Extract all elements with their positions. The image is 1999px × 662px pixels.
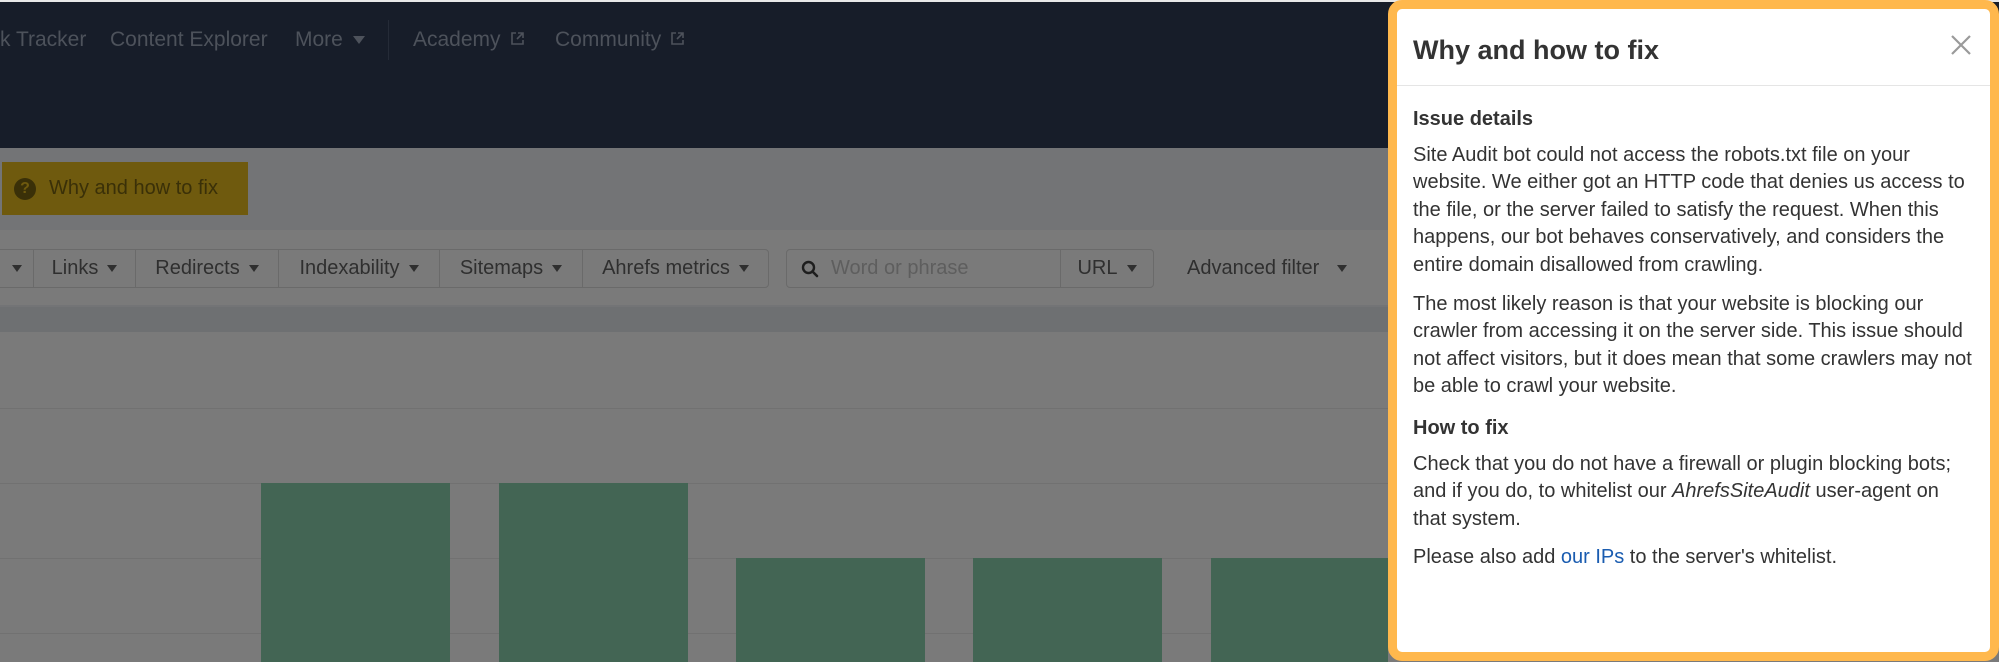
nav-divider — [388, 20, 389, 60]
filter-dropdown-ahrefs-metrics[interactable]: Ahrefs metrics — [583, 250, 768, 287]
filter-label: Links — [51, 257, 99, 279]
caret-down-icon — [738, 265, 749, 272]
text-fragment: Please also add — [1413, 546, 1561, 569]
text-fragment: to the server's whitelist. — [1624, 546, 1838, 569]
chart-bar — [973, 558, 1162, 662]
filter-button-group: Links Redirects Indexability Sitemaps Ah… — [0, 249, 769, 288]
filter-dropdown-indexability[interactable]: Indexability — [279, 250, 440, 287]
nav-item-label: Community — [555, 28, 662, 51]
caret-down-icon — [552, 265, 563, 272]
chart-bar — [261, 483, 450, 662]
nav-item-academy[interactable]: Academy — [413, 27, 524, 53]
our-ips-link[interactable]: our IPs — [1561, 546, 1624, 568]
filter-dropdown-truncated[interactable] — [0, 250, 34, 287]
search-field — [787, 250, 1061, 287]
panel-header: Why and how to fix — [1397, 9, 1990, 86]
close-icon[interactable] — [1949, 33, 1973, 57]
nav-item-label: Content Explorer — [110, 28, 268, 51]
table-header — [0, 307, 1388, 332]
nav-item-rank-tracker[interactable]: k Tracker — [0, 27, 86, 53]
filter-label: Ahrefs metrics — [602, 257, 730, 279]
panel-body: Issue details Site Audit bot could not a… — [1397, 86, 1990, 572]
caret-down-icon — [408, 265, 419, 272]
nav-item-label: Academy — [413, 28, 501, 51]
chart-bar — [736, 558, 925, 662]
caret-down-icon — [1337, 265, 1348, 272]
chart-gridline — [0, 483, 1388, 484]
filter-dropdown-sitemaps[interactable]: Sitemaps — [440, 250, 583, 287]
background-chart — [0, 332, 1388, 662]
external-link-icon — [510, 32, 524, 45]
nav-item-content-explorer[interactable]: Content Explorer — [110, 27, 268, 53]
fix-button-label: Why and how to fix — [49, 177, 218, 199]
search-input[interactable] — [829, 256, 1053, 281]
filter-label: Redirects — [155, 257, 240, 279]
filter-label: Sitemaps — [459, 257, 544, 279]
search-box: URL — [786, 249, 1154, 288]
caret-down-icon — [107, 265, 118, 272]
issue-details-heading: Issue details — [1413, 108, 1534, 130]
issue-reason-paragraph: The most likely reason is that your webs… — [1413, 292, 1972, 398]
advanced-filter-label: Advanced filter — [1187, 257, 1320, 279]
how-to-fix-heading: How to fix — [1413, 416, 1509, 439]
filter-dropdown-redirects[interactable]: Redirects — [136, 250, 279, 287]
external-link-icon — [671, 32, 685, 45]
nav-item-label: More — [295, 28, 343, 51]
filter-dropdown-links[interactable]: Links — [34, 250, 136, 287]
why-and-how-to-fix-button[interactable]: ? Why and how to fix — [2, 162, 248, 215]
advanced-filter-button[interactable]: Advanced filter — [1187, 249, 1348, 288]
caret-down-icon — [11, 265, 22, 272]
search-scope-label: URL — [1077, 257, 1118, 279]
nav-item-more[interactable]: More — [295, 27, 365, 53]
issue-details-paragraph: Site Audit bot could not access the robo… — [1413, 143, 1965, 276]
whitelist-ips-paragraph: Please also add our IPs to the server's … — [1413, 544, 1974, 572]
user-agent-name: AhrefsSiteAudit — [1672, 480, 1810, 503]
chart-bar — [1211, 558, 1388, 662]
search-icon — [801, 260, 819, 277]
chart-gridline — [0, 558, 1388, 559]
search-scope-select[interactable]: URL — [1061, 250, 1153, 287]
caret-down-icon — [352, 36, 365, 45]
chart-gridline — [0, 408, 1388, 409]
nav-item-label: k Tracker — [0, 28, 87, 51]
question-circle-icon: ? — [14, 177, 36, 200]
nav-item-community[interactable]: Community — [555, 27, 685, 53]
filter-label: Indexability — [299, 257, 400, 279]
panel-title: Why and how to fix — [1413, 35, 1659, 65]
caret-down-icon — [248, 265, 259, 272]
how-to-fix-paragraph: Check that you do not have a firewall or… — [1413, 451, 1974, 534]
caret-down-icon — [1126, 265, 1137, 272]
why-and-how-to-fix-panel: Why and how to fix Issue details Site Au… — [1388, 0, 1999, 661]
chart-gridline — [0, 633, 1388, 634]
chart-bar — [499, 483, 688, 662]
